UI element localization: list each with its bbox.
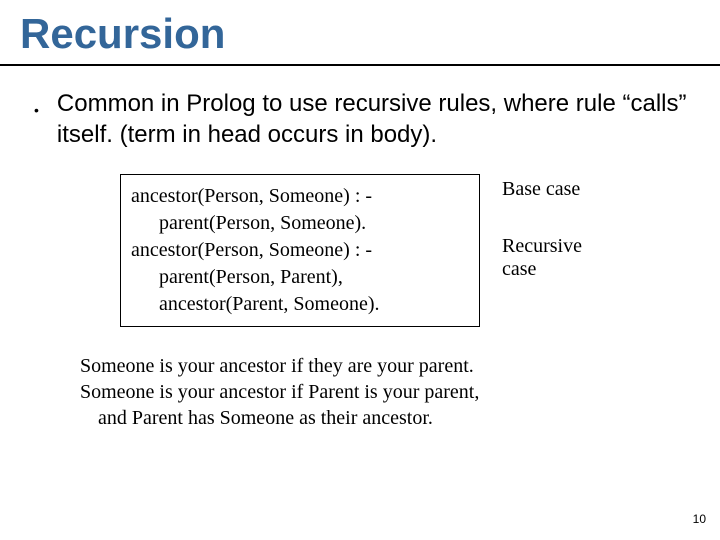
bullet-text: Common in Prolog to use recursive rules,… xyxy=(57,88,690,150)
slide-content: • Common in Prolog to use recursive rule… xyxy=(20,66,700,431)
explanation-line: Someone is your ancestor if they are you… xyxy=(80,353,690,379)
annotation-recursive-l2: case xyxy=(502,258,582,281)
bullet-dot-icon: • xyxy=(34,102,39,118)
annotation-base-case: Base case xyxy=(502,178,582,201)
explanation-line: and Parent has Someone as their ancestor… xyxy=(80,405,690,431)
explanation-line: Someone is your ancestor if Parent is yo… xyxy=(80,379,690,405)
code-line: parent(Person, Parent), xyxy=(131,264,469,291)
code-line: ancestor(Person, Someone) : - xyxy=(131,183,469,210)
code-line: parent(Person, Someone). xyxy=(131,210,469,237)
slide: Recursion • Common in Prolog to use recu… xyxy=(0,0,720,540)
annotation-recursive-l1: Recursive xyxy=(502,235,582,258)
code-line: ancestor(Person, Someone) : - xyxy=(131,237,469,264)
code-row: ancestor(Person, Someone) : - parent(Per… xyxy=(120,174,690,327)
code-annotations: Base case Recursive case xyxy=(502,174,582,281)
code-box: ancestor(Person, Someone) : - parent(Per… xyxy=(120,174,480,327)
slide-title: Recursion xyxy=(20,10,700,58)
bullet-item: • Common in Prolog to use recursive rule… xyxy=(30,88,690,150)
code-line: ancestor(Parent, Someone). xyxy=(131,291,469,318)
page-number: 10 xyxy=(693,512,706,526)
explanation-text: Someone is your ancestor if they are you… xyxy=(80,353,690,431)
